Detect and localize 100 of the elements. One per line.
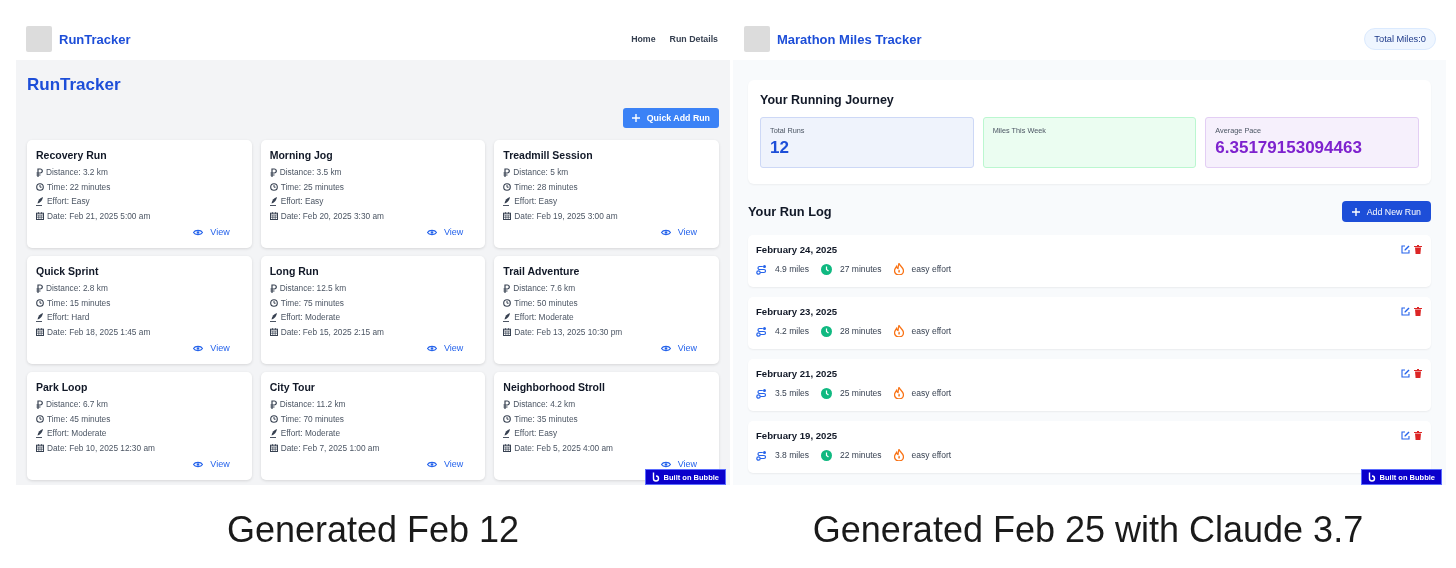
quick-add-run-button[interactable]: Quick Add Run xyxy=(622,108,719,128)
feather-icon xyxy=(269,196,278,206)
distance-text: 4.9 miles xyxy=(775,264,809,274)
run-detail-text: Time: 28 minutes xyxy=(514,180,578,194)
view-link[interactable]: View xyxy=(426,227,464,237)
run-title: Long Run xyxy=(269,265,320,277)
run-detail-text: Distance: 4.2 km xyxy=(513,398,576,411)
effort-text: easy effort xyxy=(911,450,952,460)
eye-icon xyxy=(193,344,204,352)
clock-icon xyxy=(269,414,278,423)
total-miles-badge: Total Miles:0 xyxy=(1364,28,1436,50)
ruble-sign-icon xyxy=(503,167,511,177)
edit-icon[interactable] xyxy=(1401,245,1410,254)
feather-icon xyxy=(269,428,278,438)
logo-placeholder-icon xyxy=(744,26,770,52)
ruble-sign-icon xyxy=(269,167,277,177)
page-heading: RunTracker xyxy=(27,74,122,96)
eye-icon xyxy=(660,228,671,236)
view-link[interactable]: View xyxy=(660,343,697,353)
run-detail-text: Effort: Moderate xyxy=(514,311,574,324)
run-detail-text: Effort: Easy xyxy=(47,195,90,208)
fire-icon xyxy=(893,325,904,337)
calendar-icon xyxy=(269,211,278,220)
ruble-sign-icon xyxy=(36,283,43,293)
run-detail-text: Time: 15 minutes xyxy=(47,296,111,310)
clock-icon xyxy=(503,414,512,423)
fire-icon xyxy=(893,263,904,275)
calendar-icon xyxy=(36,443,44,452)
caption: Generated Feb 25 with Claude 3.7 xyxy=(812,509,1364,550)
calendar-icon xyxy=(503,327,512,336)
caption: Generated Feb 12 xyxy=(226,509,520,550)
run-detail-text: Distance: 6.7 km xyxy=(46,398,108,411)
feather-icon xyxy=(503,428,512,438)
view-link[interactable]: View xyxy=(193,227,230,237)
run-detail-text: Distance: 3.2 km xyxy=(46,166,108,179)
run-detail-text: Date: Feb 21, 2025 5:00 am xyxy=(47,209,151,223)
trash-icon[interactable] xyxy=(1414,431,1422,440)
run-detail-text: Date: Feb 15, 2025 2:15 am xyxy=(280,325,384,339)
run-title: City Tour xyxy=(269,381,316,393)
route-icon xyxy=(756,387,767,399)
feather-icon xyxy=(503,196,512,206)
trash-icon[interactable] xyxy=(1414,245,1422,254)
stat-value: 6.35179153094463 xyxy=(1215,138,1362,158)
eye-icon xyxy=(193,460,204,468)
section-title: Your Running Journey xyxy=(760,93,895,107)
view-link[interactable]: View xyxy=(660,459,697,469)
view-link[interactable]: View xyxy=(426,343,464,353)
plus-icon xyxy=(1351,207,1360,216)
eye-icon xyxy=(660,460,671,468)
view-link[interactable]: View xyxy=(426,459,464,469)
duration-text: 25 minutes xyxy=(840,388,882,398)
duration-text: 28 minutes xyxy=(840,326,882,336)
run-detail-text: Effort: Moderate xyxy=(280,427,340,440)
section-title: Your Run Log xyxy=(748,204,832,219)
run-detail-text: Distance: 2.8 km xyxy=(46,282,108,295)
route-icon xyxy=(756,325,767,337)
add-new-run-button[interactable]: Add New Run xyxy=(1341,201,1431,222)
edit-icon[interactable] xyxy=(1401,307,1410,316)
view-link[interactable]: View xyxy=(660,227,697,237)
ruble-sign-icon xyxy=(36,399,43,409)
eye-icon xyxy=(426,460,437,468)
feather-icon xyxy=(36,312,44,322)
route-icon xyxy=(756,449,767,461)
run-detail-text: Effort: Hard xyxy=(47,311,90,324)
run-detail-text: Time: 50 minutes xyxy=(514,296,578,310)
nav-link[interactable]: Home xyxy=(631,34,656,44)
app-brand[interactable]: RunTracker xyxy=(59,31,131,47)
clock-icon xyxy=(821,325,832,337)
edit-icon[interactable] xyxy=(1401,369,1410,378)
app-brand[interactable]: Marathon Miles Tracker xyxy=(777,31,922,47)
trash-icon[interactable] xyxy=(1414,307,1422,316)
run-title: Recovery Run xyxy=(36,149,108,161)
fire-icon xyxy=(893,449,904,461)
view-link[interactable]: View xyxy=(193,459,230,469)
edit-icon[interactable] xyxy=(1401,431,1410,440)
bubble-logo-icon xyxy=(1367,472,1376,482)
run-detail-text: Time: 75 minutes xyxy=(280,296,344,310)
run-detail-text: Time: 25 minutes xyxy=(280,180,344,194)
clock-icon xyxy=(821,263,832,275)
run-title: Park Loop xyxy=(36,381,89,393)
nav-link[interactable]: Run Details xyxy=(669,34,718,44)
run-detail-text: Time: 70 minutes xyxy=(280,412,344,426)
trash-icon[interactable] xyxy=(1414,369,1422,378)
ruble-sign-icon xyxy=(36,167,43,177)
run-detail-text: Distance: 3.5 km xyxy=(279,166,342,179)
ruble-sign-icon xyxy=(269,283,277,293)
effort-text: easy effort xyxy=(911,326,952,336)
eye-icon xyxy=(426,344,437,352)
clock-icon xyxy=(821,449,832,461)
view-link[interactable]: View xyxy=(193,343,230,353)
feather-icon xyxy=(36,428,44,438)
clock-icon xyxy=(821,387,832,399)
eye-icon xyxy=(193,228,204,236)
run-title: Quick Sprint xyxy=(36,265,100,277)
run-detail-text: Distance: 5 km xyxy=(513,166,569,179)
bubble-logo-icon xyxy=(651,472,660,482)
clock-icon xyxy=(269,298,278,307)
run-title: Neighborhood Stroll xyxy=(503,381,606,393)
distance-text: 4.2 miles xyxy=(775,326,809,336)
entry-date: February 21, 2025 xyxy=(756,368,838,379)
